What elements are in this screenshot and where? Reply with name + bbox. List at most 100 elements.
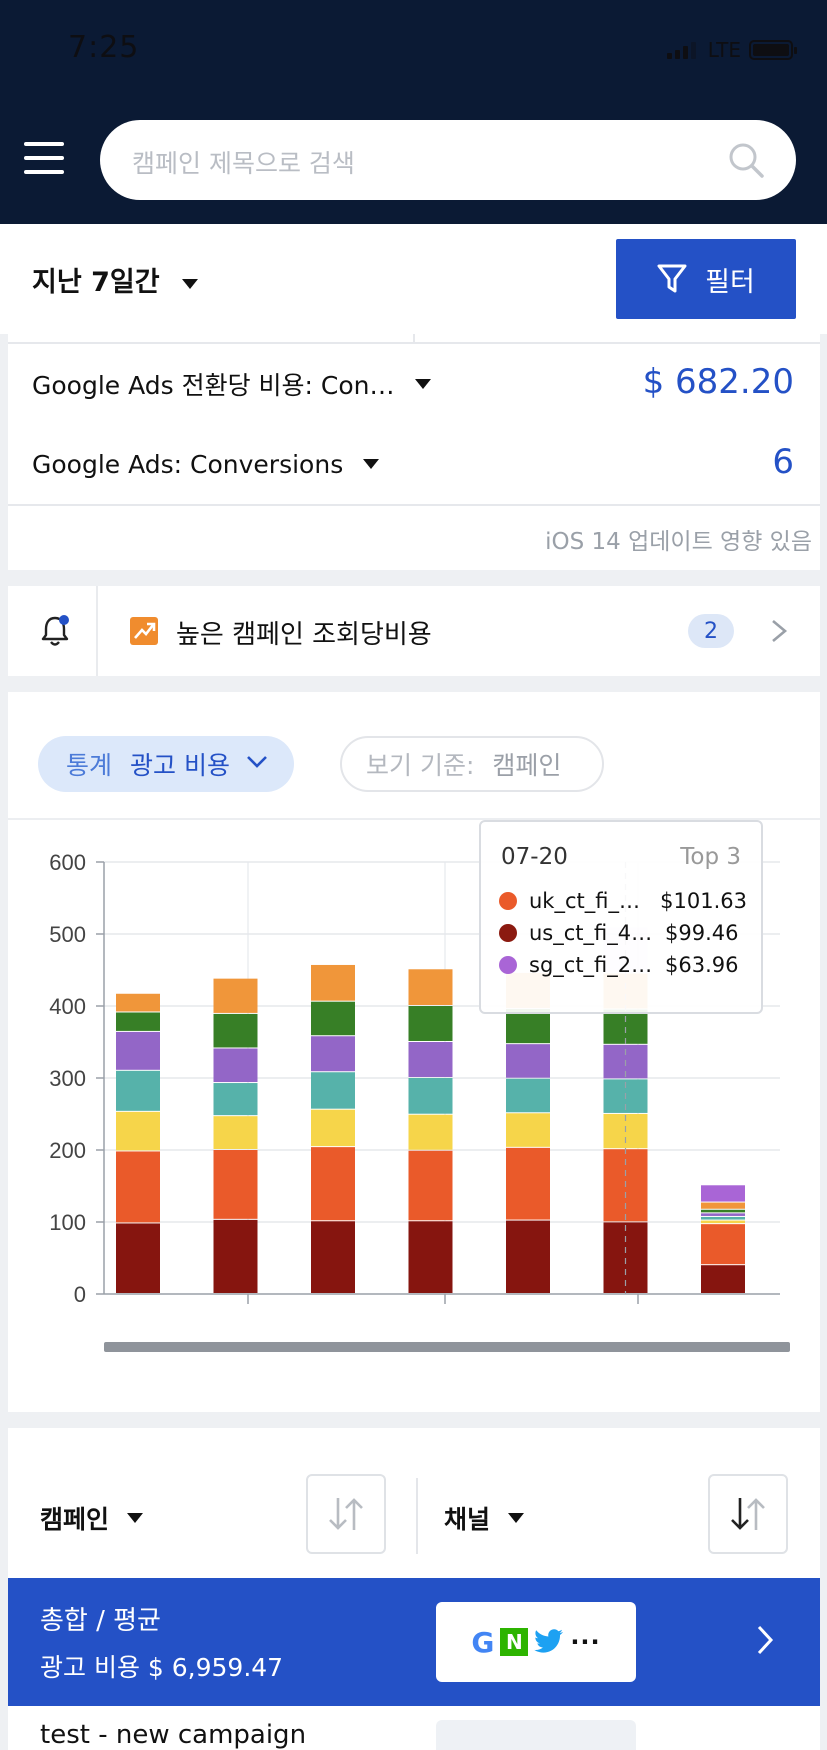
bar-segment[interactable] bbox=[311, 1147, 355, 1221]
tooltip-series-name: sg_ct_fi_2… bbox=[529, 953, 653, 977]
bell-icon[interactable] bbox=[38, 614, 72, 648]
bar-segment[interactable] bbox=[213, 1083, 258, 1116]
bar-segment[interactable] bbox=[408, 1006, 453, 1041]
tooltip-row: us_ct_fi_4… $99.46 bbox=[499, 918, 747, 948]
channel-column-label: 채널 bbox=[444, 1505, 491, 1534]
metric-value-cpa: $ 682.20 bbox=[642, 362, 794, 402]
bar-segment[interactable] bbox=[311, 1072, 355, 1109]
total-row[interactable]: 총합 / 평균 광고 비용 $ 6,959.47 G N ··· bbox=[8, 1578, 820, 1706]
bar-segment[interactable] bbox=[701, 1216, 745, 1220]
ios-update-note: iOS 14 업데이트 영향 있음 bbox=[545, 529, 812, 555]
bar-segment[interactable] bbox=[116, 1151, 160, 1223]
bar-segment[interactable] bbox=[116, 1223, 160, 1293]
bar-segment[interactable] bbox=[506, 1147, 550, 1220]
view-value: 캠페인 bbox=[492, 751, 562, 780]
bar-segment[interactable] bbox=[213, 1116, 258, 1149]
bar-segment[interactable] bbox=[701, 1265, 745, 1293]
caret-down-icon bbox=[127, 1513, 144, 1523]
stats-value: 광고 비용 bbox=[130, 751, 230, 780]
tooltip-series-value: $63.96 bbox=[665, 953, 739, 977]
network-label: LTE bbox=[707, 38, 741, 62]
tooltip-date: 07-20 bbox=[501, 844, 568, 870]
bar-segment[interactable] bbox=[408, 1221, 453, 1293]
search-placeholder: 캠페인 제목으로 검색 bbox=[132, 149, 355, 178]
period-dropdown[interactable]: 지난 7일간 bbox=[32, 260, 198, 299]
tooltip-series-value: $99.46 bbox=[665, 921, 739, 945]
bar-segment[interactable] bbox=[506, 1008, 550, 1044]
campaign-sort-button[interactable] bbox=[306, 1474, 386, 1554]
funnel-icon bbox=[657, 264, 687, 293]
chevron-right-icon[interactable] bbox=[770, 619, 788, 643]
battery-icon bbox=[749, 40, 797, 60]
bar-segment[interactable] bbox=[701, 1202, 745, 1209]
alert-card[interactable]: 높은 캠페인 조회당비용 2 bbox=[8, 586, 820, 676]
y-tick-label: 400 bbox=[49, 994, 86, 1019]
campaign-column-dropdown[interactable]: 캠페인 bbox=[40, 1500, 144, 1536]
tooltip-top-label: Top 3 bbox=[680, 844, 741, 870]
bar-segment[interactable] bbox=[213, 1219, 258, 1293]
search-icon[interactable] bbox=[726, 140, 766, 180]
bar-segment[interactable] bbox=[311, 1036, 355, 1072]
bar-segment[interactable] bbox=[506, 1113, 550, 1147]
status-time: 7:25 bbox=[68, 30, 140, 65]
chevron-right-icon[interactable] bbox=[756, 1624, 774, 1656]
caret-down-icon bbox=[363, 459, 380, 469]
bar-segment[interactable] bbox=[408, 1078, 453, 1114]
bar-segment[interactable] bbox=[701, 1209, 745, 1213]
bar-segment[interactable] bbox=[408, 1150, 453, 1221]
bar-segment[interactable] bbox=[311, 1109, 355, 1147]
view-by-selector[interactable]: 보기 기준: 캠페인 bbox=[340, 736, 604, 792]
google-icon: G bbox=[471, 1625, 495, 1659]
bar-segment[interactable] bbox=[506, 1078, 550, 1113]
y-tick-label: 600 bbox=[49, 850, 86, 875]
bar-segment[interactable] bbox=[213, 1013, 258, 1048]
bar-segment[interactable] bbox=[701, 1185, 745, 1202]
chart-tooltip: 07-20 Top 3 uk_ct_fi_… $101.63 us_ct_fi_… bbox=[479, 820, 763, 1014]
bar-segment[interactable] bbox=[408, 969, 453, 1005]
top-header: 7:25 LTE 캠페인 제목으로 검색 bbox=[0, 0, 827, 224]
hamburger-menu-icon[interactable] bbox=[24, 140, 64, 176]
bar-segment[interactable] bbox=[116, 993, 160, 1012]
bar-segment[interactable] bbox=[213, 1150, 258, 1219]
campaign-column-label: 캠페인 bbox=[40, 1505, 110, 1534]
bar-segment[interactable] bbox=[311, 1221, 355, 1293]
chart-scrollbar[interactable] bbox=[104, 1342, 790, 1352]
campaign-row-name[interactable]: test - new campaign bbox=[40, 1720, 306, 1750]
naver-icon: N bbox=[500, 1628, 529, 1656]
metric-selector-cpa[interactable]: Google Ads 전환당 비용: Con… bbox=[32, 364, 431, 404]
bar-segment[interactable] bbox=[116, 1012, 160, 1031]
view-key: 보기 기준: bbox=[366, 751, 475, 780]
sort-icon bbox=[329, 1498, 363, 1530]
channel-column-dropdown[interactable]: 채널 bbox=[444, 1500, 525, 1536]
channel-icons: G N ··· bbox=[436, 1602, 636, 1682]
bar-segment[interactable] bbox=[408, 1114, 453, 1150]
search-input[interactable]: 캠페인 제목으로 검색 bbox=[100, 120, 796, 200]
bar-segment[interactable] bbox=[311, 964, 355, 1001]
bar-segment[interactable] bbox=[116, 1111, 160, 1151]
bar-segment[interactable] bbox=[213, 1048, 258, 1083]
series-dot bbox=[499, 956, 517, 974]
bar-segment[interactable] bbox=[408, 1042, 453, 1077]
filter-label: 필터 bbox=[705, 266, 755, 298]
series-dot bbox=[499, 924, 517, 942]
y-tick-label: 500 bbox=[49, 922, 86, 947]
total-title: 총합 / 평균 bbox=[40, 1606, 161, 1636]
channel-sort-button[interactable] bbox=[708, 1474, 788, 1554]
bar-segment[interactable] bbox=[701, 1220, 745, 1224]
bar-segment[interactable] bbox=[701, 1213, 745, 1216]
bar-segment[interactable] bbox=[116, 1070, 160, 1111]
chart-card: 통계 광고 비용 보기 기준: 캠페인 0 100 200 300 400 500 600 … bbox=[8, 692, 820, 1412]
bar-segment[interactable] bbox=[116, 1031, 160, 1070]
bar-segment[interactable] bbox=[506, 1044, 550, 1078]
caret-down-icon bbox=[508, 1513, 525, 1523]
bar-segment[interactable] bbox=[311, 1001, 355, 1036]
bar-segment[interactable] bbox=[506, 1220, 550, 1293]
bar-segment[interactable] bbox=[213, 978, 258, 1013]
bar-segment[interactable] bbox=[701, 1224, 745, 1265]
campaign-row-channels bbox=[436, 1720, 636, 1750]
filter-button[interactable]: 필터 bbox=[616, 239, 796, 319]
stats-selector[interactable]: 통계 광고 비용 bbox=[38, 736, 294, 792]
period-label: 지난 7일간 bbox=[32, 267, 160, 298]
series-dot bbox=[499, 892, 517, 910]
metric-selector-conversions[interactable]: Google Ads: Conversions bbox=[32, 444, 380, 484]
